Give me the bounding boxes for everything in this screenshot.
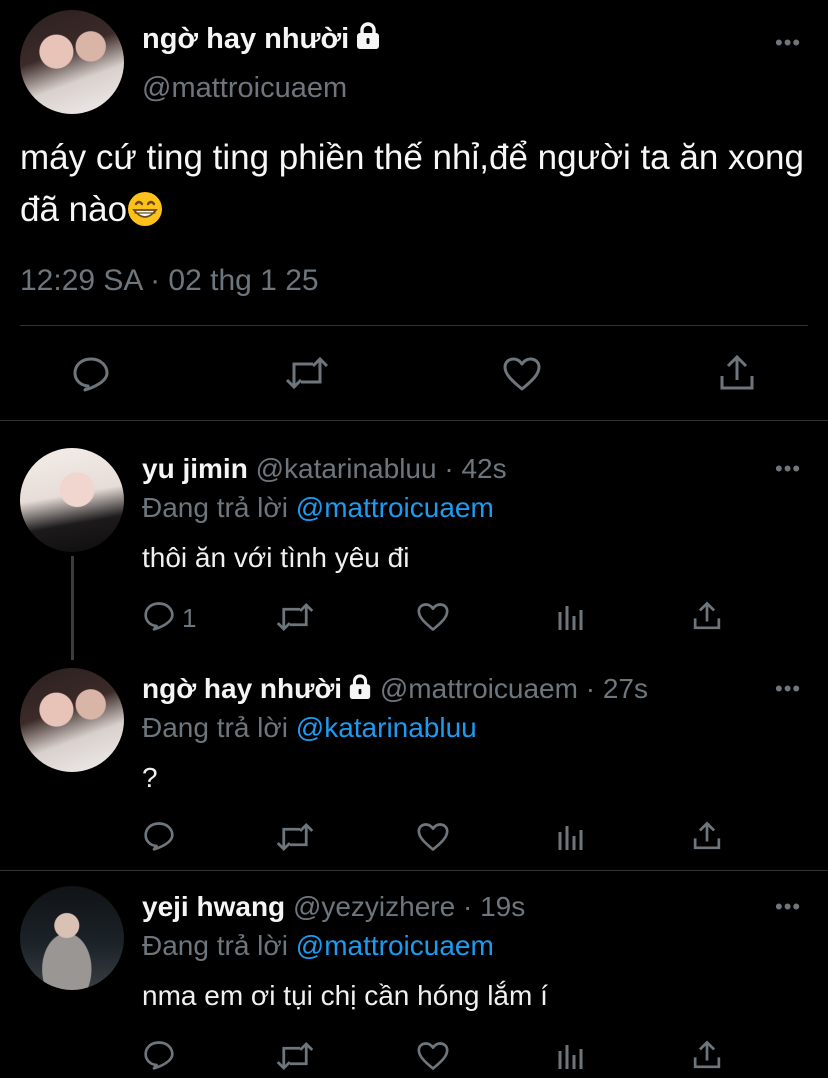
reply-header: yeji hwang @yezyizhere · 19s [142,891,525,923]
author-handle[interactable]: @yezyizhere [293,891,455,922]
author-name[interactable]: ngờ hay nhười [142,673,342,704]
like-icon[interactable] [416,602,450,632]
share-icon[interactable] [692,1039,722,1071]
more-options-icon[interactable]: ••• [775,30,801,56]
retweet-icon[interactable] [285,356,329,390]
reply-text: ? [142,762,158,793]
retweet-icon[interactable] [276,822,314,852]
share-icon[interactable] [718,354,756,392]
reply-header: yu jimin @katarinabluu · 42s [142,453,507,485]
author-handle[interactable]: @mattroicuaem [380,673,578,704]
divider [0,420,828,421]
replying-to-label: Đang trả lời [142,492,296,523]
tweet-text: máy cứ ting ting phiền thế nhỉ,để người … [20,132,820,236]
retweet-icon[interactable] [276,1041,314,1071]
separator: · [455,891,481,922]
more-options-icon[interactable]: ••• [775,894,801,920]
avatar[interactable] [20,668,124,772]
avatar[interactable] [20,10,124,114]
mention-link[interactable]: @mattroicuaem [296,492,494,523]
replying-to-label: Đang trả lời [142,930,296,961]
reply-icon[interactable] [72,356,110,392]
analytics-icon[interactable] [556,822,586,852]
analytics-icon[interactable] [556,602,586,632]
share-icon[interactable] [692,600,722,632]
replying-to: Đang trả lời @mattroicuaem [142,930,494,962]
like-icon[interactable] [502,356,542,392]
author-name[interactable]: yu jimin [142,453,248,484]
mention-link[interactable]: @katarinabluu [296,712,477,743]
tweet-thread-screen: ngờ hay nhười @mattroicuaem ••• máy cứ t… [0,0,828,1078]
like-icon[interactable] [416,1041,450,1071]
more-options-icon[interactable]: ••• [775,676,801,702]
author-name[interactable]: ngờ hay nhười [142,22,381,58]
reply-header: ngờ hay nhười @mattroicuaem · 27s [142,673,648,707]
separator: · [577,673,603,704]
divider [0,870,828,871]
author-name[interactable]: yeji hwang [142,891,285,922]
share-icon[interactable] [692,820,722,852]
retweet-icon[interactable] [276,602,314,632]
reply-time[interactable]: 42s [461,453,506,484]
author-name-text: ngờ hay nhười [142,23,350,55]
analytics-icon[interactable] [556,1041,586,1071]
reply-icon[interactable] [143,821,175,851]
thread-line [71,556,74,660]
reply-text: nma em ơi tụi chị cần hóng lắm í [142,980,548,1011]
more-options-icon[interactable]: ••• [775,456,801,482]
reply-count: 1 [182,603,197,633]
avatar[interactable] [20,448,124,552]
reply-text: thôi ăn với tình yêu đi [142,542,410,573]
reply-time[interactable]: 19s [480,891,525,922]
reply-time[interactable]: 27s [603,673,648,704]
replying-to-label: Đang trả lời [142,712,296,743]
like-icon[interactable] [416,822,450,852]
replying-to: Đang trả lời @katarinabluu [142,712,477,744]
author-handle[interactable]: @mattroicuaem [142,72,347,105]
separator: · [436,453,462,484]
lock-icon [355,22,381,58]
reply-icon[interactable] [143,1040,175,1070]
author-handle[interactable]: @katarinabluu [256,453,437,484]
avatar[interactable] [20,886,124,990]
tweet-timestamp[interactable]: 12:29 SA · 02 thg 1 25 [20,264,319,298]
reply-icon[interactable] [143,601,175,631]
replying-to: Đang trả lời @mattroicuaem [142,492,494,524]
lock-icon [348,674,372,707]
divider [20,325,808,326]
mention-link[interactable]: @mattroicuaem [296,930,494,961]
grinning-face-emoji-icon [127,190,163,226]
